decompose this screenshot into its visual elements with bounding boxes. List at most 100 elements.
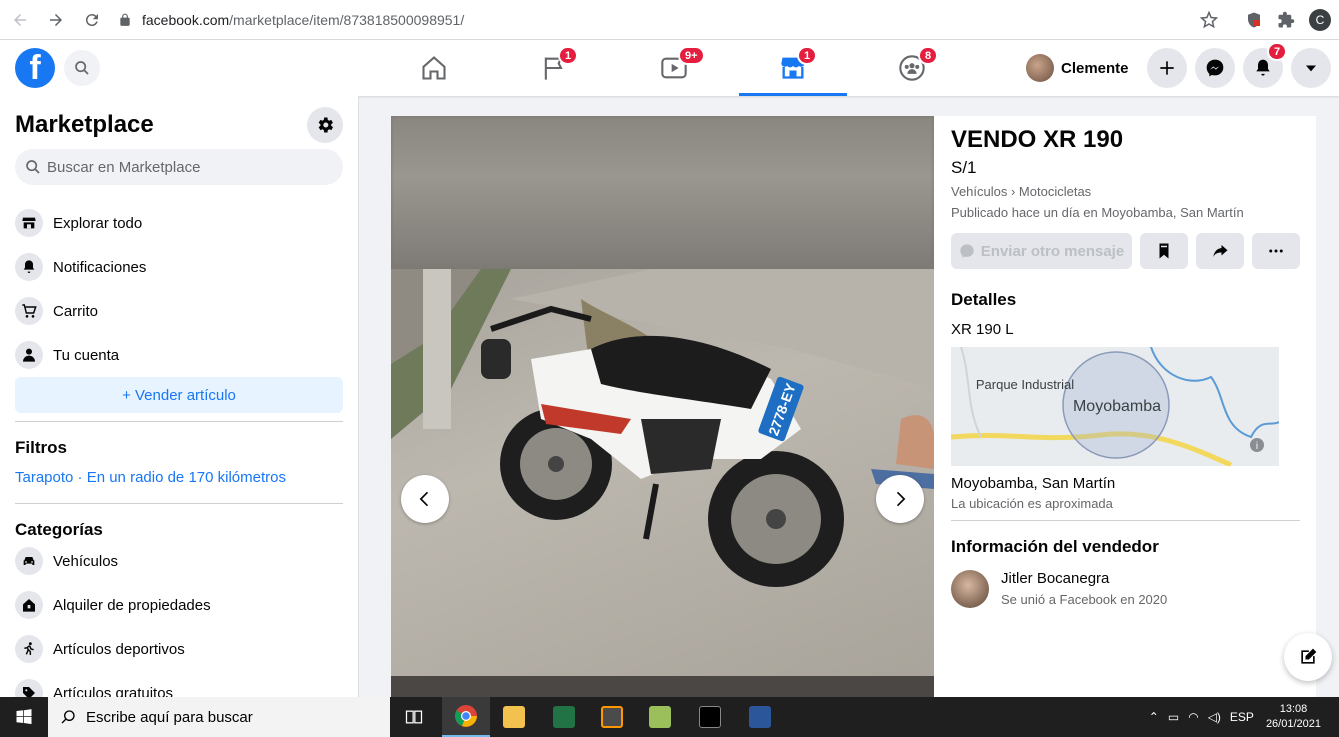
save-button[interactable] bbox=[1140, 233, 1188, 269]
profile-chip[interactable]: Clemente bbox=[1026, 52, 1129, 84]
category-property-rentals[interactable]: Alquiler de propiedades bbox=[15, 585, 343, 625]
share-icon bbox=[1213, 245, 1228, 257]
tab-watch[interactable]: 9+ bbox=[620, 40, 728, 96]
windows-logo-icon bbox=[16, 709, 32, 725]
volume-icon[interactable]: ◁) bbox=[1208, 710, 1221, 724]
listing-detail-panel: VENDO XR 190 S/1 Vehículos › Motocicleta… bbox=[934, 116, 1316, 697]
new-message-button[interactable] bbox=[1284, 633, 1332, 681]
send-message-button[interactable]: Enviar otro mensaje bbox=[951, 233, 1132, 269]
taskbar-search-placeholder: Escribe aquí para buscar bbox=[86, 708, 253, 726]
task-view-button[interactable] bbox=[390, 697, 438, 737]
puzzle-extensions-icon[interactable] bbox=[1277, 11, 1295, 29]
bell-icon bbox=[1256, 59, 1270, 76]
category-vehicles[interactable]: Vehículos bbox=[15, 541, 343, 581]
share-button[interactable] bbox=[1196, 233, 1244, 269]
seller-avatar[interactable] bbox=[951, 570, 989, 608]
listing-title: VENDO XR 190 bbox=[951, 126, 1124, 153]
forward-button[interactable] bbox=[40, 4, 72, 36]
facebook-search-button[interactable] bbox=[64, 50, 100, 86]
listing-photo: 2778-EY bbox=[391, 116, 934, 697]
category-label: Vehículos bbox=[53, 552, 119, 570]
sidebar-item-explore[interactable]: Explorar todo bbox=[15, 203, 343, 243]
taskbar-file-explorer[interactable] bbox=[490, 697, 538, 737]
chrome-icon bbox=[455, 705, 477, 727]
caret-down-icon bbox=[1306, 65, 1316, 72]
lock-icon bbox=[120, 13, 130, 26]
start-button[interactable] bbox=[0, 697, 48, 737]
taskbar-word[interactable] bbox=[736, 697, 784, 737]
photo-bottom-strip bbox=[391, 676, 934, 697]
category-breadcrumb[interactable]: Vehículos › Motocicletas bbox=[951, 184, 1091, 199]
category-label: Artículos deportivos bbox=[53, 640, 185, 658]
tab-groups[interactable]: 8 bbox=[858, 40, 966, 96]
shield-extension-icon[interactable] bbox=[1245, 11, 1263, 29]
category-sporting-goods[interactable]: Artículos deportivos bbox=[15, 629, 343, 669]
browser-profile-avatar[interactable]: C bbox=[1309, 9, 1331, 31]
search-icon bbox=[61, 710, 75, 724]
tab-home[interactable] bbox=[380, 40, 488, 96]
location-text: Moyobamba, San Martín bbox=[951, 475, 1116, 492]
watch-badge: 9+ bbox=[678, 46, 705, 65]
divider bbox=[15, 503, 343, 504]
tab-marketplace[interactable]: 1 bbox=[739, 40, 847, 96]
ellipsis-icon bbox=[1269, 249, 1283, 253]
notifications-badge: 7 bbox=[1267, 42, 1288, 61]
location-filter-link[interactable]: Tarapoto · En un radio de 170 kilómetros bbox=[15, 469, 286, 486]
sidebar-item-notifications[interactable]: Notificaciones bbox=[15, 247, 343, 287]
map-info-icon[interactable]: i bbox=[1256, 441, 1258, 452]
divider bbox=[15, 421, 343, 422]
marketplace-sidebar: Marketplace Buscar en Marketplace Explor… bbox=[0, 96, 359, 697]
sidebar-item-account[interactable]: Tu cuenta bbox=[15, 335, 343, 375]
map-area-label: Parque Industrial bbox=[976, 377, 1074, 392]
browser-toolbar: facebook.com/marketplace/item/8738185000… bbox=[0, 0, 1339, 40]
reload-button[interactable] bbox=[76, 4, 108, 36]
search-icon bbox=[26, 160, 40, 174]
address-bar[interactable]: facebook.com/marketplace/item/8738185000… bbox=[110, 6, 1228, 34]
account-menu-button[interactable] bbox=[1291, 48, 1331, 88]
car-icon bbox=[15, 547, 43, 575]
facebook-logo[interactable]: f bbox=[15, 48, 55, 88]
messenger-button[interactable] bbox=[1195, 48, 1235, 88]
motorcycle-photo: 2778-EY bbox=[391, 269, 934, 676]
taskbar-excel[interactable] bbox=[540, 697, 588, 737]
taskbar-notepad[interactable] bbox=[636, 697, 684, 737]
seller-name[interactable]: Jitler Bocanegra bbox=[1001, 570, 1109, 587]
taskbar-search-input[interactable]: Escribe aquí para buscar bbox=[48, 697, 390, 737]
house-icon bbox=[15, 591, 43, 619]
messenger-icon bbox=[960, 244, 974, 258]
arrow-left-icon bbox=[14, 13, 26, 26]
sell-item-button[interactable]: + Vender artículo bbox=[15, 377, 343, 413]
sidebar-item-label: Tu cuenta bbox=[53, 346, 120, 364]
next-photo-button[interactable] bbox=[876, 475, 924, 523]
plus-icon bbox=[1160, 61, 1174, 75]
marketplace-search-input[interactable]: Buscar en Marketplace bbox=[15, 149, 343, 185]
bookmark-star-icon[interactable] bbox=[1200, 11, 1218, 29]
taskbar-terminal[interactable] bbox=[686, 697, 734, 737]
taskbar-sublime[interactable] bbox=[588, 697, 636, 737]
tab-pages[interactable]: 1 bbox=[500, 40, 608, 96]
map-city-label: Moyobamba bbox=[1073, 398, 1161, 415]
category-free-stuff[interactable]: Artículos gratuitos bbox=[15, 673, 343, 697]
settings-button[interactable] bbox=[307, 107, 343, 143]
url-path: /marketplace/item/873818500098951/ bbox=[229, 12, 465, 28]
search-icon bbox=[75, 61, 89, 75]
location-map[interactable]: Parque Industrial Moyobamba i bbox=[951, 347, 1279, 466]
back-button[interactable] bbox=[4, 4, 36, 36]
previous-photo-button[interactable] bbox=[401, 475, 449, 523]
more-options-button[interactable] bbox=[1252, 233, 1300, 269]
reload-icon bbox=[85, 13, 98, 26]
pages-badge: 1 bbox=[558, 46, 579, 65]
sidebar-item-cart[interactable]: Carrito bbox=[15, 291, 343, 331]
chevron-up-icon[interactable]: ⌃ bbox=[1149, 710, 1159, 724]
notifications-button[interactable]: 7 bbox=[1243, 42, 1288, 88]
folder-icon bbox=[503, 706, 525, 728]
bell-icon bbox=[15, 253, 43, 281]
taskbar-chrome[interactable] bbox=[442, 697, 490, 737]
create-button[interactable] bbox=[1147, 48, 1187, 88]
clock[interactable]: 13:08 26/01/2021 bbox=[1266, 702, 1321, 732]
photo-blurred-background bbox=[391, 116, 934, 269]
battery-icon[interactable]: ▭ bbox=[1168, 710, 1179, 724]
wifi-icon[interactable]: ◠ bbox=[1188, 710, 1198, 724]
language-indicator[interactable]: ESP bbox=[1230, 710, 1254, 724]
sidebar-item-label: Carrito bbox=[53, 302, 99, 320]
